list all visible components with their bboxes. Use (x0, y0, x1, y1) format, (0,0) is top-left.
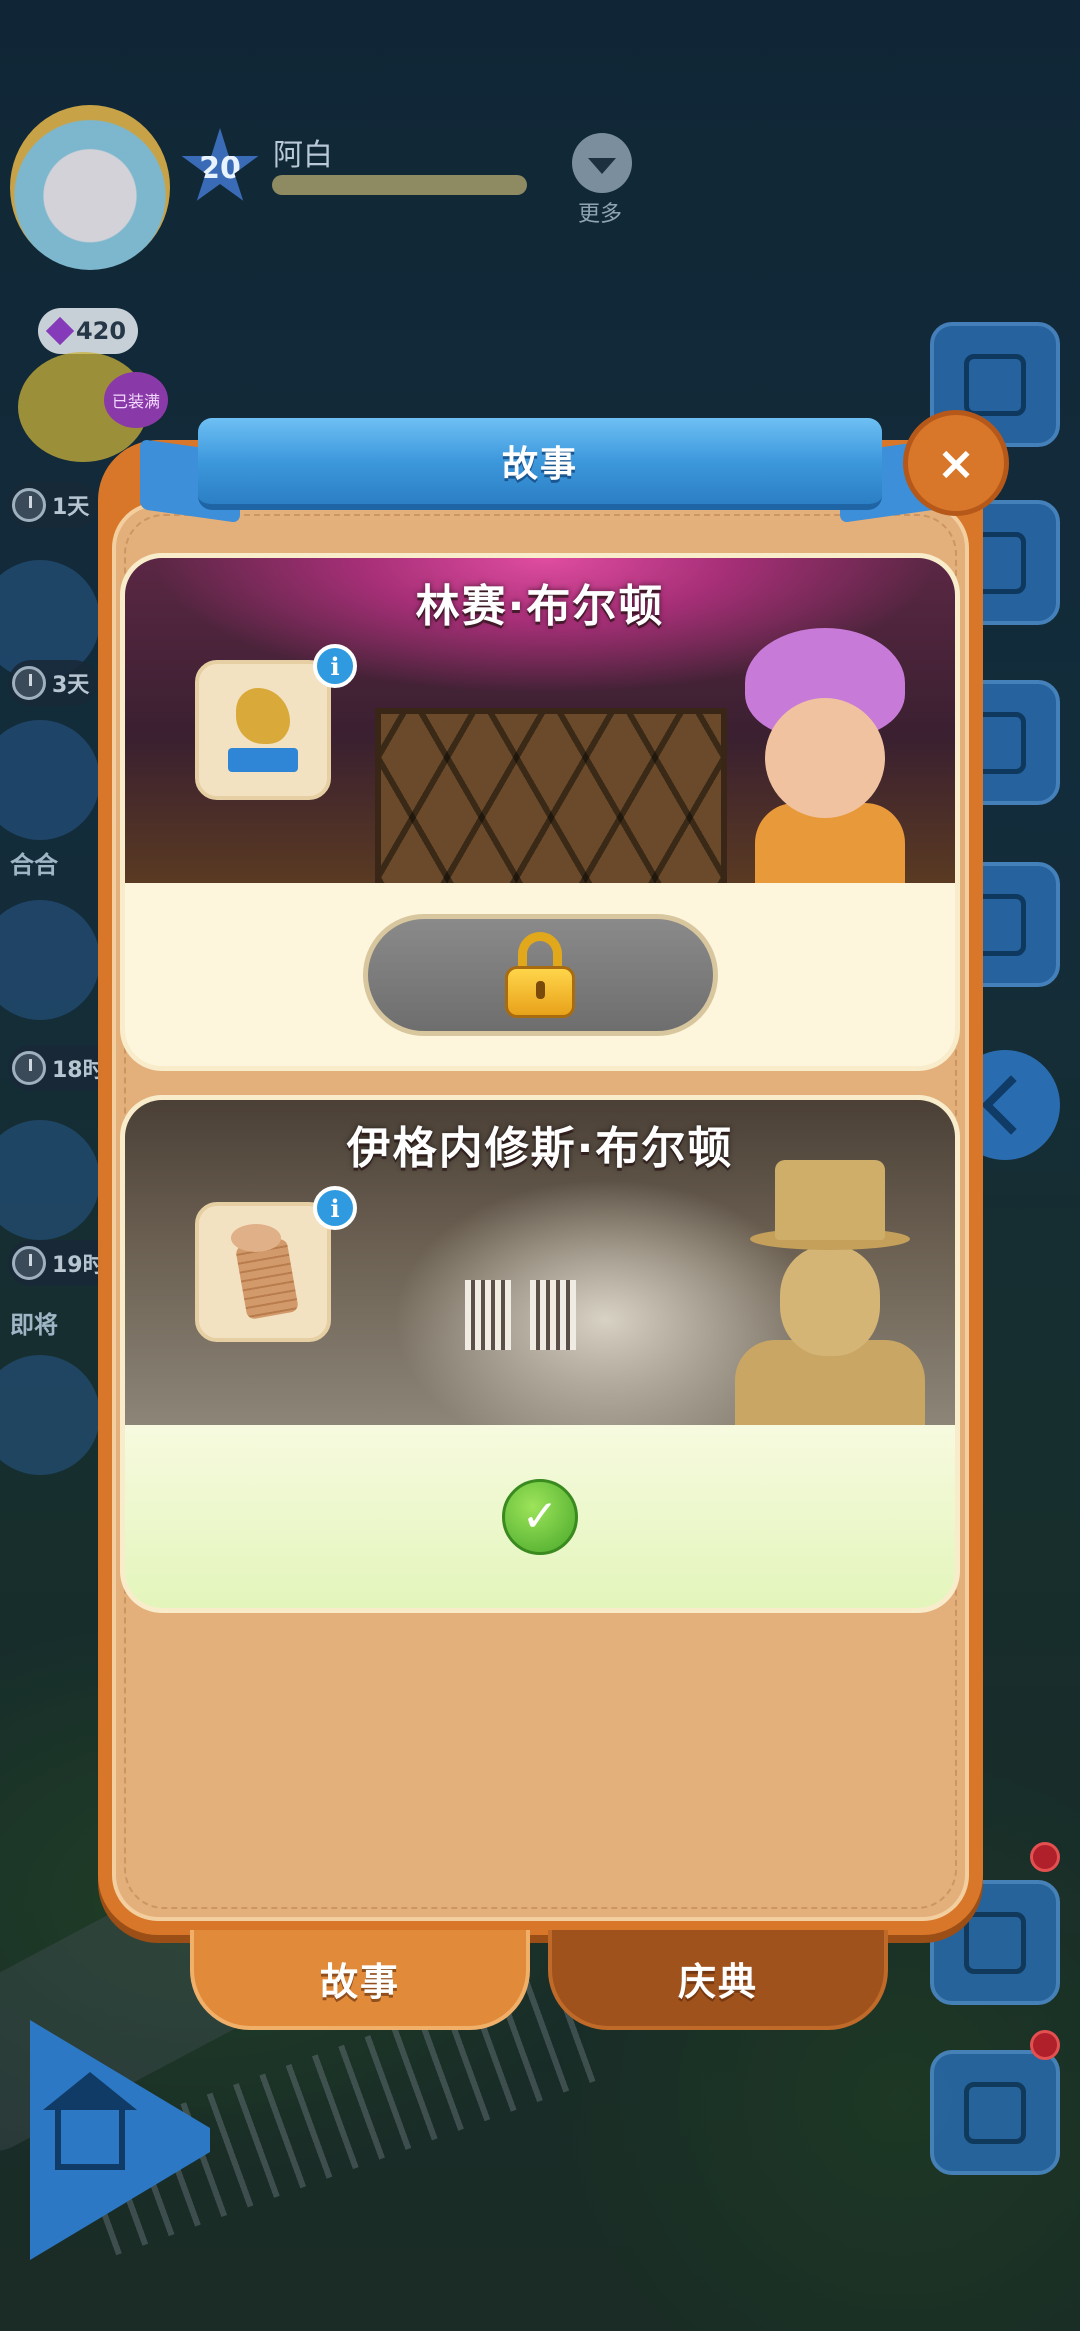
event-label: 合合 (10, 851, 58, 879)
player-name: 阿白 (273, 138, 333, 173)
chapter-reward-item[interactable] (195, 1202, 331, 1342)
event-timer: 18时 (8, 1045, 113, 1091)
modal-title: 故事 (501, 444, 578, 485)
gem-icon (45, 316, 75, 346)
event-label: 即将 (10, 1311, 58, 1339)
info-icon[interactable]: i (313, 1186, 357, 1230)
tab-label: 庆典 (677, 1959, 758, 2004)
padlock-icon (505, 931, 575, 1018)
event-timer: 3天 (8, 660, 98, 706)
chapter-action-area[interactable]: ✓ (125, 1425, 955, 1608)
house-icon (43, 2072, 137, 2170)
warehouse-window (530, 1280, 576, 1350)
event-timer: 1天 (8, 482, 98, 528)
close-icon: × (936, 436, 976, 490)
clock-icon (12, 1051, 46, 1085)
chevron-down-icon (588, 158, 616, 174)
tab-label: 故事 (319, 1959, 400, 2004)
notification-dot (1030, 2030, 1060, 2060)
chapter-card: 林赛·布尔顿 i (120, 553, 960, 1071)
timer-text: 1天 (52, 495, 90, 520)
clock-icon (12, 1246, 46, 1280)
tasks-button[interactable] (930, 2050, 1060, 2175)
warehouse-window (465, 1280, 511, 1350)
trophy-icon (228, 688, 298, 772)
player-avatar[interactable] (10, 105, 170, 270)
timer-text: 18时 (52, 1058, 105, 1083)
title-banner: 故事 (198, 418, 882, 510)
chapter-card: 伊格内修斯·布尔顿 i ✓ (120, 1095, 960, 1613)
more-button[interactable] (572, 133, 632, 193)
notification-dot (1030, 1842, 1060, 1872)
character-portrait (725, 618, 925, 883)
book-icon (964, 1911, 1026, 1974)
xp-progress-bar (272, 175, 527, 195)
calendar-icon (964, 353, 1026, 416)
timer-text: 3天 (52, 673, 90, 698)
close-button[interactable]: × (903, 410, 1009, 516)
character-statue (725, 1160, 925, 1425)
chapter-reward-item[interactable] (195, 660, 331, 800)
clock-icon (12, 666, 46, 700)
tab-celebration[interactable]: 庆典 (548, 1930, 888, 2030)
locked-chapter-button[interactable] (362, 913, 718, 1036)
tab-story[interactable]: 故事 (190, 1930, 530, 2030)
info-icon[interactable]: i (313, 644, 357, 688)
clock-icon (12, 488, 46, 522)
checklist-icon (964, 2081, 1026, 2144)
chevron-left-icon (981, 1075, 1041, 1135)
chapter-action-area (125, 883, 955, 1066)
gem-counter: 420 (38, 308, 138, 354)
more-label: 更多 (578, 202, 623, 227)
modal-header: 故事 (140, 418, 940, 528)
timer-text: 19时 (52, 1253, 105, 1278)
event-timer: 19时 (8, 1240, 113, 1286)
checkmark-icon: ✓ (502, 1478, 578, 1555)
gem-count: 420 (75, 317, 127, 345)
art-deco-door (375, 708, 727, 895)
coins-icon (227, 1224, 300, 1320)
